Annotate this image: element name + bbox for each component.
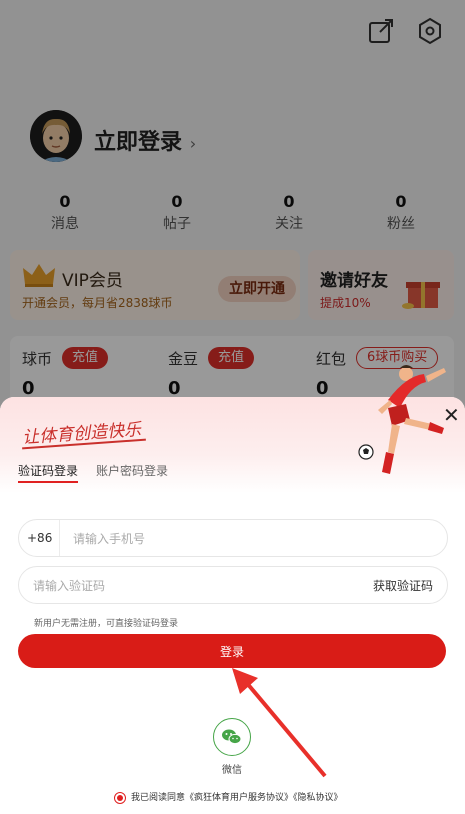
wechat-label: 微信 [222,765,242,776]
wechat-login-button[interactable] [213,718,251,756]
tab-password-login[interactable]: 账户密码登录 [96,462,168,479]
agreement[interactable]: 我已阅读同意《疯狂体育用户服务协议》《隐私协议》 [114,790,343,804]
agree-radio[interactable] [114,791,126,804]
new-user-note: 新用户无需注册，可直接验证码登录 [34,619,179,629]
tab-sms-login[interactable]: 验证码登录 [18,462,78,479]
country-code[interactable]: +86 [27,531,52,545]
login-button[interactable]: 登录 [18,634,446,668]
country-code-divider [59,520,60,556]
phone-placeholder: 请输入手机号 [73,532,146,546]
agreement-text: 我已阅读同意《疯狂体育用户服务协议》《隐私协议》 [131,793,343,803]
code-field[interactable]: 请输入验证码 获取验证码 [18,566,448,604]
tab-underline [18,481,78,483]
phone-field[interactable]: +86 请输入手机号 [18,519,448,557]
code-placeholder: 请输入验证码 [33,579,106,593]
soccer-player-illustration [358,365,446,474]
get-code-button[interactable]: 获取验证码 [373,577,433,594]
wechat-icon [222,729,242,745]
